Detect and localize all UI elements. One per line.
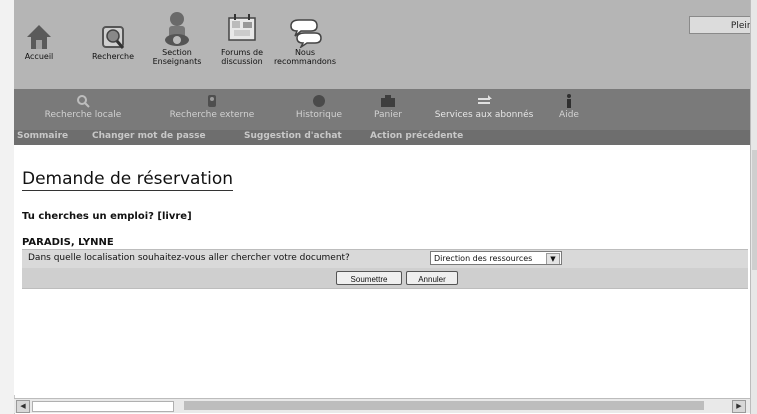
nav-changer-mot-de-passe[interactable]: Changer mot de passe (92, 131, 206, 141)
scroll-left-icon[interactable]: ◀ (16, 400, 30, 413)
location-form-row: Dans quelle localisation souhaitez-vous … (22, 249, 748, 268)
external-search-icon (208, 95, 216, 107)
page-title: Demande de réservation (22, 169, 234, 191)
nav-nous-recommandons[interactable]: Nous recommandons (270, 16, 340, 66)
document-title: Tu cherches un emploi? [livre] (22, 211, 192, 222)
submit-button[interactable]: Soumettre (336, 271, 402, 285)
nav-historique-label: Historique (295, 110, 343, 120)
home-icon (27, 25, 51, 49)
document-author: PARADIS, LYNNE (22, 237, 114, 248)
nav-section-enseignants-label: Section Enseignants (152, 48, 202, 66)
nav-recherche-externe[interactable]: Recherche externe (164, 93, 260, 120)
horizontal-scroll-track[interactable] (184, 401, 704, 410)
nav-recherche-externe-label: Recherche externe (169, 110, 255, 120)
teacher-icon (165, 12, 189, 46)
vertical-scroll-thumb[interactable] (752, 150, 757, 270)
nav-accueil-label: Accueil (24, 52, 54, 61)
nav-aide[interactable]: Aide (554, 93, 584, 120)
search-icon (77, 95, 90, 108)
left-frame-border (0, 0, 15, 414)
nav-forums[interactable]: Forums de discussion (212, 12, 272, 66)
nav-panier[interactable]: Panier (366, 93, 410, 120)
chevron-down-icon[interactable]: ▼ (546, 253, 560, 264)
location-select-value: Direction des ressources (434, 254, 533, 263)
location-select[interactable]: Direction des ressources ▼ (430, 251, 562, 265)
search-globe-icon (102, 26, 125, 49)
vertical-scrollbar[interactable] (750, 0, 757, 414)
nav-historique[interactable]: Historique (284, 93, 354, 120)
nav-recherche-label: Recherche (91, 52, 134, 61)
horizontal-scrollbar[interactable]: ◀ ▶ (14, 398, 750, 413)
cancel-button[interactable]: Annuler (406, 271, 458, 285)
nav-forums-label: Forums de discussion (220, 48, 264, 66)
cart-icon (381, 95, 395, 107)
nav-aide-label: Aide (559, 110, 579, 120)
nav-recherche-locale[interactable]: Recherche locale (38, 93, 128, 120)
nav-recherche[interactable]: Recherche (86, 22, 140, 61)
scroll-right-icon[interactable]: ▶ (732, 400, 746, 413)
nav-sommaire[interactable]: Sommaire (17, 131, 68, 141)
nav-suggestion-achat[interactable]: Suggestion d'achat (244, 131, 342, 141)
speech-bubbles-icon (290, 19, 322, 48)
nav-nous-recommandons-label: Nous recommandons (273, 48, 337, 66)
nav-accueil[interactable]: Accueil (18, 22, 60, 61)
fullscreen-box[interactable]: Plein é (689, 16, 757, 34)
nav-section-enseignants[interactable]: Section Enseignants (150, 10, 204, 66)
nav-recherche-locale-label: Recherche locale (44, 110, 122, 120)
horizontal-scroll-thumb[interactable] (32, 401, 174, 412)
nav-services-abonnes[interactable]: Services aux abonnés (422, 93, 546, 120)
history-globe-icon (313, 95, 325, 107)
tertiary-nav: Sommaire Changer mot de passe Suggestion… (14, 130, 755, 145)
services-icon (478, 95, 492, 104)
main-content: Demande de réservation Tu cherches un em… (14, 145, 750, 395)
info-icon (567, 94, 571, 108)
form-buttons-row: Soumettre Annuler (22, 268, 748, 289)
nav-panier-label: Panier (374, 110, 402, 120)
nav-action-precedente[interactable]: Action précédente (370, 131, 463, 141)
nav-services-abonnes-label: Services aux abonnés (434, 110, 534, 120)
secondary-nav: Recherche locale Recherche externe Histo… (14, 89, 755, 129)
forum-board-icon (228, 14, 256, 41)
main-navigation-band: Recherche locale Recherche externe Histo… (14, 89, 755, 145)
top-header: Plein é Accueil Recherche Section Enseig… (14, 0, 757, 90)
location-question: Dans quelle localisation souhaitez-vous … (28, 253, 350, 263)
